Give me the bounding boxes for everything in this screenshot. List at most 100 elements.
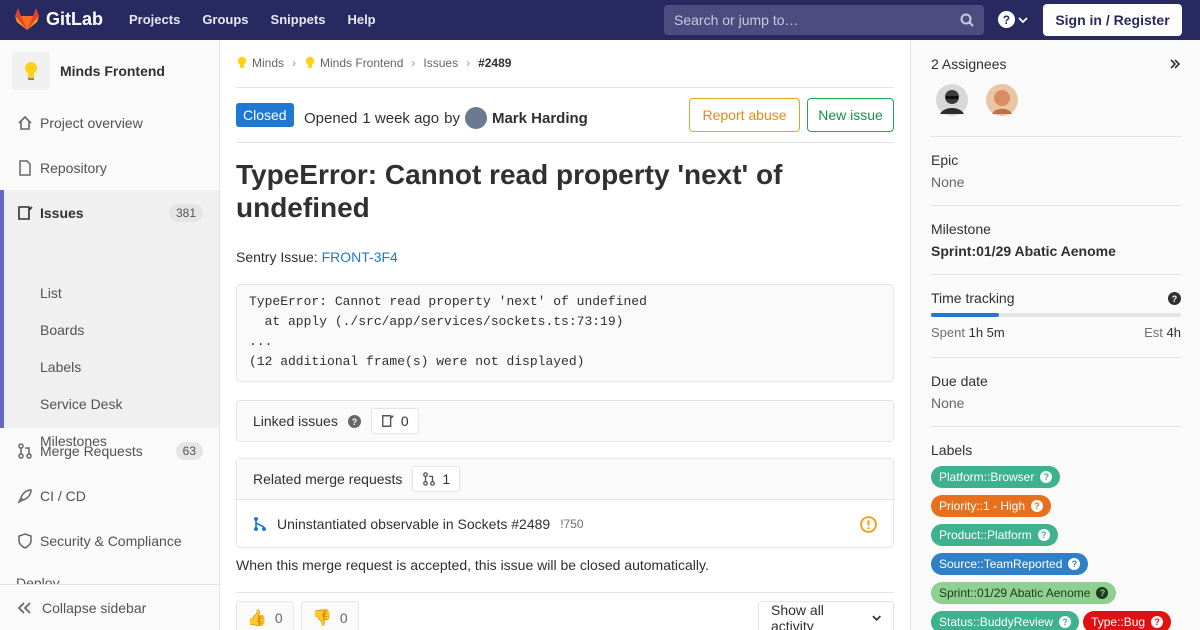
lightbulb-icon bbox=[237, 56, 247, 68]
search-icon bbox=[960, 13, 974, 27]
help-dropdown[interactable]: ? bbox=[998, 11, 1028, 28]
double-chevron-right-icon[interactable] bbox=[1169, 58, 1181, 70]
question-circle-icon[interactable]: ? bbox=[1040, 471, 1053, 483]
question-circle-icon[interactable]: ? bbox=[1168, 292, 1181, 305]
author-avatar[interactable] bbox=[464, 107, 487, 129]
label-text: Platform::Browser bbox=[939, 470, 1035, 484]
nav-snippets[interactable]: Snippets bbox=[271, 12, 326, 27]
time-progress-fill bbox=[931, 313, 999, 317]
sentry-link[interactable]: FRONT-3F4 bbox=[322, 249, 398, 265]
question-circle-icon[interactable]: ? bbox=[1059, 616, 1072, 628]
sidebar-item-label: Merge Requests bbox=[40, 442, 143, 459]
merge-requests-count-badge: 63 bbox=[175, 441, 203, 460]
avatar[interactable] bbox=[986, 84, 1018, 116]
related-mr-count[interactable]: 1 bbox=[412, 466, 461, 492]
sidebar-item-merge-requests[interactable]: Merge Requests 63 bbox=[0, 428, 219, 473]
top-nav: Projects Groups Snippets Help bbox=[129, 12, 398, 27]
question-circle-icon[interactable]: ? bbox=[1096, 587, 1109, 599]
label-pill[interactable]: Type::Bug? bbox=[1083, 611, 1172, 630]
project-name: Minds Frontend bbox=[60, 63, 165, 79]
gitlab-logo[interactable]: GitLab bbox=[14, 7, 103, 31]
labels-label: Labels bbox=[931, 442, 973, 458]
avatar[interactable] bbox=[936, 84, 968, 116]
shield-icon bbox=[18, 532, 32, 549]
merge-request-icon bbox=[18, 442, 32, 459]
sidebar-subitem-boards[interactable]: Boards bbox=[40, 322, 84, 338]
epic-value: None bbox=[931, 174, 965, 190]
sidebar-item-label: Project overview bbox=[40, 114, 143, 131]
sidebar-item-label: Repository bbox=[40, 159, 107, 176]
auto-close-note: When this merge request is accepted, thi… bbox=[236, 557, 709, 573]
new-issue-button[interactable]: New issue bbox=[807, 98, 894, 132]
issue-meta: Opened 1 week ago by Mark Harding bbox=[304, 107, 588, 129]
sidebar-item-deploy[interactable]: Deploy bbox=[0, 563, 219, 585]
divider bbox=[236, 142, 894, 143]
divider bbox=[931, 136, 1181, 137]
breadcrumb-minds[interactable]: Minds bbox=[252, 56, 284, 70]
due-date-section: Due date None bbox=[931, 373, 1181, 411]
time-tracking-section: Time tracking ? Spent 1h 5m Est 4h bbox=[931, 290, 1181, 340]
related-mr-row[interactable]: Uninstantiated observable in Sockets #24… bbox=[237, 500, 893, 548]
label-pill[interactable]: Product::Platform? bbox=[931, 524, 1058, 546]
author-name[interactable]: Mark Harding bbox=[492, 110, 588, 127]
opened-by: by bbox=[444, 109, 460, 127]
breadcrumb: Minds › Minds Frontend › Issues › #2489 bbox=[236, 56, 511, 70]
question-circle-icon[interactable]: ? bbox=[1151, 616, 1164, 628]
top-navbar: GitLab Projects Groups Snippets Help Sea… bbox=[0, 0, 1200, 40]
file-icon bbox=[19, 159, 31, 176]
mr-title[interactable]: Uninstantiated observable in Sockets #24… bbox=[277, 516, 550, 532]
label-pill[interactable]: Priority::1 - High? bbox=[931, 495, 1052, 517]
label-text: Type::Bug bbox=[1091, 615, 1146, 629]
search-input[interactable]: Search or jump to… bbox=[664, 5, 984, 35]
label-pill[interactable]: Source::TeamReported? bbox=[931, 553, 1089, 575]
activity-filter-label: Show all activity bbox=[771, 602, 824, 630]
nav-help[interactable]: Help bbox=[347, 12, 375, 27]
nav-projects[interactable]: Projects bbox=[129, 12, 180, 27]
due-date-value: None bbox=[931, 395, 965, 411]
thumbs-down-button[interactable]: 👎 0 bbox=[301, 601, 359, 630]
question-circle-icon[interactable]: ? bbox=[347, 414, 361, 428]
question-circle-icon[interactable]: ? bbox=[1037, 529, 1050, 541]
milestone-label: Milestone bbox=[931, 221, 991, 237]
question-circle-icon[interactable]: ? bbox=[1068, 558, 1081, 570]
project-header[interactable]: Minds Frontend bbox=[12, 52, 165, 90]
label-pill[interactable]: Status::BuddyReview? bbox=[931, 611, 1080, 630]
related-merge-requests-block: Related merge requests 1 Uninstantiated … bbox=[236, 458, 894, 548]
sidebar-item-security-compliance[interactable]: Security & Compliance bbox=[0, 518, 219, 563]
labels-list: Platform::Browser? Priority::1 - High? Pro… bbox=[931, 466, 1196, 630]
question-circle-icon[interactable]: ? bbox=[1031, 500, 1044, 512]
sidebar-item-project-overview[interactable]: Project overview bbox=[0, 100, 219, 145]
collapse-sidebar-button[interactable]: Collapse sidebar bbox=[0, 584, 219, 630]
sidebar-subitem-labels[interactable]: Labels bbox=[40, 359, 81, 375]
linked-issues-count[interactable]: 0 bbox=[370, 408, 419, 434]
breadcrumb-issues[interactable]: Issues bbox=[423, 56, 458, 70]
report-abuse-button[interactable]: Report abuse bbox=[689, 98, 800, 132]
time-tracking-values: Spent 1h 5m Est 4h bbox=[931, 325, 1181, 340]
label-pill[interactable]: Platform::Browser? bbox=[931, 466, 1061, 488]
breadcrumb-minds-frontend[interactable]: Minds Frontend bbox=[320, 56, 403, 70]
breadcrumb-issue-number[interactable]: #2489 bbox=[478, 56, 511, 70]
chevron-down-icon bbox=[872, 615, 881, 622]
label-text: Product::Platform bbox=[939, 528, 1032, 542]
label-pill[interactable]: Sprint::01/29 Abatic Aenome? bbox=[931, 582, 1117, 604]
activity-filter-dropdown[interactable]: Show all activity bbox=[758, 601, 894, 630]
sidebar-item-ci-cd[interactable]: CI / CD bbox=[0, 473, 219, 518]
project-avatar bbox=[12, 52, 50, 90]
nav-groups[interactable]: Groups bbox=[202, 12, 248, 27]
divider bbox=[931, 274, 1181, 275]
related-mr-count-value: 1 bbox=[442, 471, 451, 487]
thumbs-up-button[interactable]: 👍 0 bbox=[236, 601, 294, 630]
issue-title: TypeError: Cannot read property 'next' o… bbox=[236, 159, 783, 223]
milestone-value[interactable]: Sprint:01/29 Abatic Aenome bbox=[931, 243, 1181, 259]
left-sidebar: Minds Frontend Project overview Reposito… bbox=[0, 40, 220, 630]
sidebar-item-repository[interactable]: Repository bbox=[0, 145, 219, 190]
linked-issues-count-value: 0 bbox=[400, 413, 409, 429]
sidebar-subitem-service-desk[interactable]: Service Desk bbox=[40, 396, 122, 412]
linked-issues-block: Linked issues ? 0 bbox=[236, 400, 894, 442]
lightbulb-icon bbox=[305, 56, 315, 68]
sidebar-subitem-list[interactable]: List bbox=[40, 285, 62, 301]
sidebar-item-issues[interactable]: Issues 381 bbox=[0, 190, 219, 235]
sidebar-item-label: Issues bbox=[40, 204, 84, 221]
signin-register-button[interactable]: Sign in / Register bbox=[1043, 4, 1182, 36]
collapse-sidebar-label: Collapse sidebar bbox=[42, 599, 147, 616]
